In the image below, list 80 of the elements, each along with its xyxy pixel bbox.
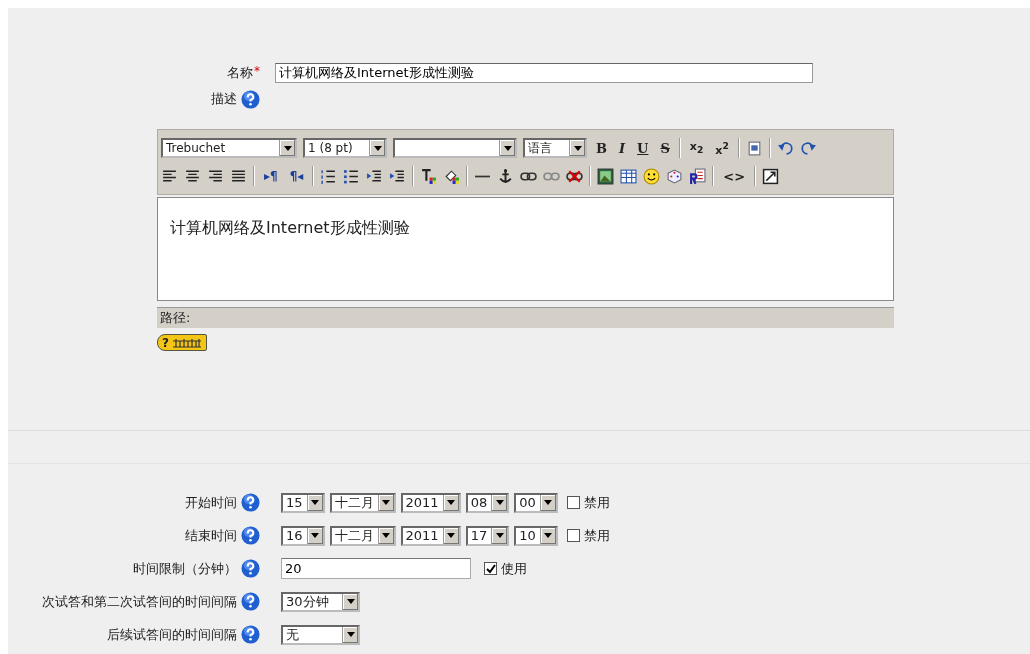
right-to-left-button[interactable]: ¶◂ xyxy=(286,169,307,183)
checkbox-label: 禁用 xyxy=(583,493,610,512)
superscript-button[interactable]: x$^{2}$ xyxy=(712,139,732,157)
path-label: 路径: xyxy=(160,310,191,325)
caret-icon xyxy=(382,500,391,505)
caret-icon xyxy=(447,500,456,505)
checkbox-label: 使用 xyxy=(501,559,527,578)
field-label: 开始时间 xyxy=(185,493,237,512)
checkbox[interactable] xyxy=(484,562,497,575)
table-icon[interactable] xyxy=(620,167,638,185)
date-select[interactable]: 00 xyxy=(514,492,558,513)
image-icon[interactable] xyxy=(597,167,615,185)
caret-icon xyxy=(447,533,456,538)
language-select[interactable]: 语言 xyxy=(523,138,587,158)
text-color-icon[interactable] xyxy=(420,167,438,185)
caret-icon xyxy=(495,500,504,505)
bullet-list-icon[interactable] xyxy=(343,167,361,185)
numbered-list-icon[interactable] xyxy=(320,167,338,185)
date-select[interactable]: 17 xyxy=(465,525,510,546)
date-select[interactable]: 10 xyxy=(514,525,558,546)
date-select[interactable]: 2011 xyxy=(400,525,461,546)
help-icon[interactable] xyxy=(241,89,260,109)
date-select[interactable]: 十二月 xyxy=(329,492,396,513)
field-label: 结束时间 xyxy=(185,526,237,545)
italic-button[interactable]: I xyxy=(616,140,629,156)
font-select[interactable]: Trebuchet xyxy=(161,138,297,158)
required-mark: * xyxy=(254,64,260,78)
field-label: 名称 xyxy=(227,64,253,82)
help-icon[interactable] xyxy=(241,493,260,512)
smiley-icon[interactable] xyxy=(643,167,661,185)
size-select[interactable]: 1 (8 pt) xyxy=(303,138,387,158)
checkbox[interactable] xyxy=(566,529,580,542)
caret-icon xyxy=(311,500,320,505)
interval-select[interactable]: 30分钟 xyxy=(281,591,360,612)
date-select[interactable]: 16 xyxy=(281,525,325,546)
strikethrough-button[interactable]: S xyxy=(657,140,673,156)
date-select[interactable]: 2011 xyxy=(400,492,461,513)
field-label: 时间限制（分钟） xyxy=(133,559,237,578)
underline-button[interactable]: U xyxy=(634,140,652,156)
caret-icon xyxy=(544,533,553,538)
caret-icon xyxy=(283,145,292,151)
help-badge[interactable]: ? xyxy=(157,334,207,351)
paint-bucket-icon[interactable] xyxy=(443,167,461,185)
dice-icon[interactable] xyxy=(666,167,684,185)
checkbox-label: 禁用 xyxy=(583,526,610,545)
date-select[interactable]: 15 xyxy=(281,492,325,513)
left-to-right-button[interactable]: ▸¶ xyxy=(261,169,281,183)
field-label: 次试答和第二次试答间的时间间隔 xyxy=(42,592,237,611)
name-field[interactable]: 计算机网络及Internet形成性测验 xyxy=(275,63,813,83)
help-icon[interactable] xyxy=(241,559,260,578)
help-icon[interactable] xyxy=(241,526,260,545)
checkbox[interactable] xyxy=(566,496,580,509)
help-icon[interactable] xyxy=(241,592,260,611)
undo-icon[interactable] xyxy=(776,139,794,157)
editor-content[interactable]: 计算机网络及Internet形成性测验 xyxy=(157,197,894,301)
format-select[interactable] xyxy=(393,138,517,158)
caret-icon xyxy=(382,533,391,538)
date-select[interactable]: 08 xyxy=(465,492,510,513)
html-source-button[interactable]: <> xyxy=(720,168,749,184)
find-replace-icon[interactable] xyxy=(689,167,707,185)
keyboard-icon xyxy=(171,337,202,348)
field-label: 描述 xyxy=(211,90,237,108)
date-select[interactable]: 十二月 xyxy=(329,525,396,546)
help-icon[interactable] xyxy=(241,625,260,644)
time-limit-field[interactable]: 20 xyxy=(281,558,471,579)
redo-icon[interactable] xyxy=(799,139,817,157)
fullscreen-icon[interactable] xyxy=(762,167,780,185)
caret-icon xyxy=(573,145,582,151)
caret-icon xyxy=(346,599,355,604)
caret-icon xyxy=(544,500,553,505)
interval-select[interactable]: 无 xyxy=(281,624,360,645)
caret-icon xyxy=(503,145,512,151)
field-label: 后续试答间的时间间隔 xyxy=(107,625,237,644)
caret-icon xyxy=(373,145,382,151)
subscript-button[interactable]: x$_{2}$ xyxy=(686,140,707,156)
caret-icon xyxy=(311,533,320,538)
content-text: 计算机网络及Internet形成性测验 xyxy=(170,218,410,237)
caret-icon xyxy=(346,632,355,637)
bold-button[interactable]: B xyxy=(593,140,610,156)
caret-icon xyxy=(495,533,504,538)
